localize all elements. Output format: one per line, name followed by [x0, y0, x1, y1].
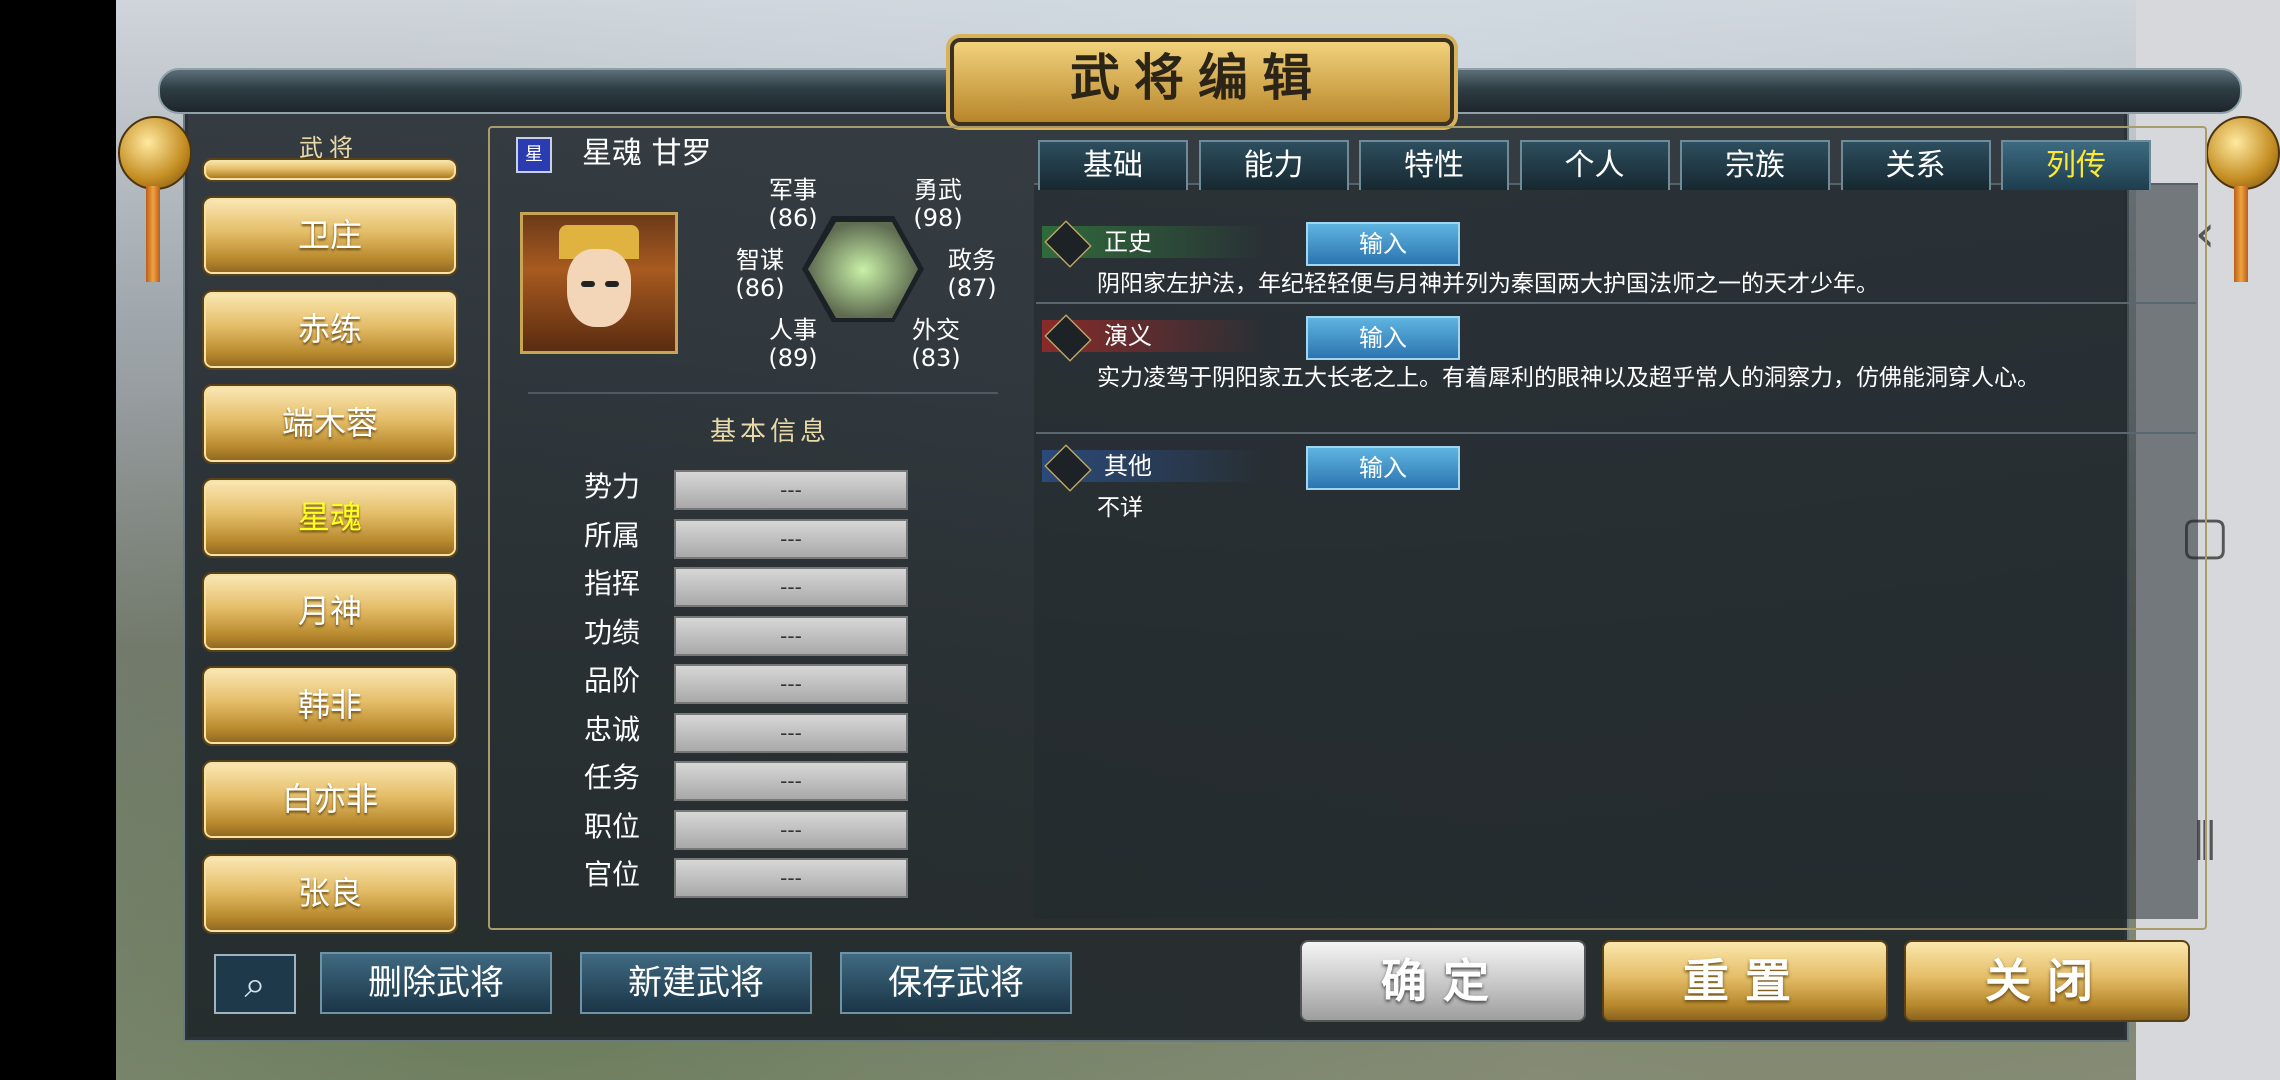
- stat-diplomacy: 外交 (83): [911, 316, 961, 372]
- bio-input-button[interactable]: 输入: [1306, 446, 1460, 490]
- tassel-ornament-icon: [118, 116, 192, 190]
- info-row-value: ---: [674, 518, 908, 559]
- sidebar-partial-item[interactable]: [202, 158, 458, 182]
- tassel-ornament-icon: [2206, 116, 2280, 190]
- info-row-value: ---: [674, 858, 908, 898]
- close-button[interactable]: 关闭: [1904, 940, 2190, 1022]
- bio-input-button[interactable]: 输入: [1306, 316, 1460, 360]
- tab[interactable]: 关系: [1840, 140, 1991, 190]
- info-row-value: ---: [674, 761, 908, 801]
- bio-section-text: 阴阳家左护法，年纪轻轻便与月神并列为秦国两大护国法师之一的天才少年。: [1097, 271, 1879, 297]
- info-row-label: 指挥: [584, 567, 641, 600]
- left-black-bar: [0, 0, 116, 1080]
- save-general-button[interactable]: 保存武将: [840, 952, 1072, 1014]
- sidebar-item[interactable]: 张良: [202, 854, 458, 934]
- info-row-value: ---: [674, 470, 908, 510]
- confirm-button[interactable]: 确定: [1300, 940, 1586, 1022]
- bio-section-text: 不详: [1097, 495, 1143, 521]
- info-row-label: 忠诚: [584, 712, 641, 746]
- stat-politics: 政务 (87): [947, 246, 997, 302]
- bio-section-tag: 演义: [1042, 314, 1262, 362]
- bio-section-tag: 其他: [1042, 444, 1262, 492]
- bio-section-text: 实力凌驾于阴阳家五大长老之上。有着犀利的眼神以及超乎常人的洞察力，仿佛能洞穿人心…: [1097, 365, 2040, 391]
- bio-section-label: 其他: [1104, 452, 1152, 480]
- general-portrait: [520, 212, 678, 354]
- stat-personnel: 人事 (89): [768, 316, 818, 372]
- sidebar-item[interactable]: 星魂: [202, 478, 458, 558]
- sidebar-item[interactable]: 卫庄: [202, 196, 458, 276]
- tab[interactable]: 特性: [1359, 140, 1509, 190]
- info-row-label: 势力: [584, 470, 641, 503]
- tassel-cord: [2234, 186, 2248, 282]
- window-title: 武将编辑: [1070, 49, 1326, 107]
- delete-general-button[interactable]: 删除武将: [320, 952, 552, 1014]
- tab[interactable]: 个人: [1519, 140, 1670, 190]
- divider: [528, 392, 998, 394]
- sidebar-item[interactable]: 端木蓉: [202, 384, 458, 464]
- bio-section-tag: 正史: [1042, 220, 1262, 268]
- stat-valor: 勇武 (98): [913, 176, 963, 232]
- info-row-value: ---: [674, 615, 908, 656]
- search-icon-button[interactable]: ⌕: [214, 954, 296, 1014]
- stat-military: 军事 (86): [768, 176, 818, 232]
- sidebar-item[interactable]: 月神: [202, 572, 458, 652]
- info-row-label: 职位: [584, 809, 641, 843]
- general-name: 星魂 甘罗: [582, 136, 712, 171]
- basic-info-header: 基本信息: [709, 417, 830, 447]
- new-general-button[interactable]: 新建武将: [580, 952, 812, 1014]
- general-badge: 星: [516, 137, 552, 173]
- stat-intellect: 智谋 (86): [735, 246, 785, 302]
- sidebar-item[interactable]: 赤练: [202, 290, 458, 370]
- bio-section-label: 演义: [1104, 322, 1152, 350]
- sidebar-item[interactable]: 韩非: [202, 666, 458, 746]
- tab[interactable]: 列传: [2001, 140, 2151, 190]
- tassel-cord: [146, 186, 160, 282]
- tab[interactable]: 宗族: [1680, 140, 1830, 190]
- tab[interactable]: 能力: [1198, 140, 1349, 190]
- divider: [1036, 302, 2196, 304]
- info-row-value: ---: [674, 712, 908, 753]
- sidebar-item[interactable]: 白亦非: [202, 760, 458, 840]
- bio-input-button[interactable]: 输入: [1306, 222, 1460, 266]
- info-row-value: ---: [674, 567, 908, 607]
- divider: [1036, 432, 2196, 434]
- tab[interactable]: 基础: [1038, 140, 1188, 190]
- info-row-label: 官位: [584, 858, 641, 891]
- bio-section-label: 正史: [1104, 228, 1152, 256]
- info-row-label: 所属: [584, 518, 641, 552]
- info-row-value: ---: [674, 809, 908, 850]
- info-row-label: 功绩: [584, 615, 641, 649]
- info-row-label: 品阶: [584, 664, 641, 697]
- info-row-value: ---: [674, 664, 908, 704]
- reset-button[interactable]: 重置: [1602, 940, 1888, 1022]
- info-row-label: 任务: [584, 761, 641, 794]
